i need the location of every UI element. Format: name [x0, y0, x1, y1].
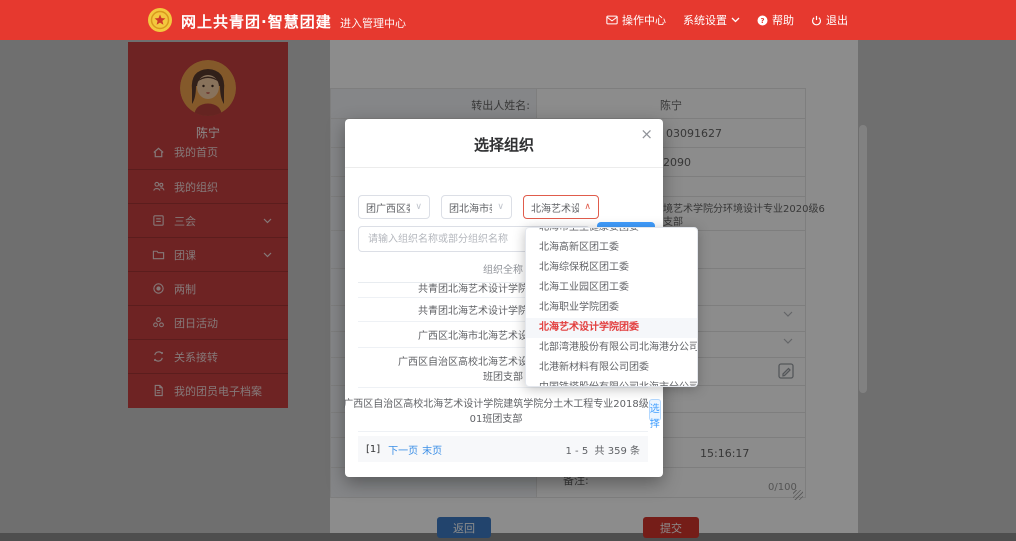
modal-title: 选择组织 — [345, 134, 663, 155]
dropdown-item-selected[interactable]: 北海艺术设计学院团委 — [526, 318, 697, 338]
app-title: 网上共青团·智慧团建 — [181, 11, 332, 32]
help-menu-item[interactable]: ? 帮助 — [757, 12, 794, 28]
chevron-down-icon: ∨ — [497, 202, 504, 212]
dropdown-item[interactable]: 北海工业园区团工委 — [526, 278, 697, 298]
question-icon: ? — [757, 15, 768, 26]
dropdown-item[interactable]: 北港新材料有限公司团委 — [526, 358, 697, 378]
ops-center-menu-item[interactable]: 操作中心 — [606, 12, 666, 28]
power-icon — [811, 15, 822, 26]
organization-dropdown-panel: 北海市卫生健康委团委 北海高新区团工委 北海综保税区团工委 北海工业园区团工委 … — [525, 227, 698, 387]
last-page-link[interactable]: 末页 — [422, 442, 442, 457]
current-page: [1] — [366, 444, 380, 455]
dropdown-item[interactable]: 北海市卫生健康委团委 — [526, 227, 697, 238]
dropdown-item[interactable]: 北海综保税区团工委 — [526, 258, 697, 278]
mail-icon — [606, 15, 618, 25]
dropdown-item[interactable]: 北海高新区团工委 — [526, 238, 697, 258]
org-level-selects: 团广西区委 ∨ 团北海市委 ∨ 北海艺术设计学院团委 ∧ — [358, 195, 599, 219]
total-count: 共 359 条 — [595, 446, 640, 457]
choose-button[interactable]: 选择 — [649, 399, 661, 421]
logout-menu-item[interactable]: 退出 — [811, 12, 848, 28]
chevron-up-icon: ∧ — [584, 202, 591, 212]
dropdown-list: 北海市卫生健康委团委 北海高新区团工委 北海综保税区团工委 北海工业园区团工委 … — [526, 227, 697, 387]
chevron-down-icon: ∨ — [415, 202, 422, 212]
system-settings-menu-item[interactable]: 系统设置 — [683, 12, 740, 28]
dropdown-item[interactable]: 中国铁塔股份有限公司北海市分公司团委 — [526, 378, 697, 387]
province-select[interactable]: 团广西区委 ∨ — [358, 195, 430, 219]
svg-text:?: ? — [760, 17, 764, 25]
organization-select[interactable]: 北海艺术设计学院团委 ∧ — [523, 195, 599, 219]
next-page-link[interactable]: 下一页 — [388, 442, 418, 457]
dropdown-item[interactable]: 北海职业学院团委 — [526, 298, 697, 318]
city-select[interactable]: 团北海市委 ∨ — [441, 195, 512, 219]
org-row[interactable]: 广西区自治区高校北海艺术设计学院建筑学院分土木工程专业2018级 01班团支部 … — [358, 388, 648, 432]
page-range: 1 - 5 — [565, 446, 588, 457]
pagination: [1] 下一页 末页 1 - 5 共 359 条 — [358, 436, 648, 462]
header-menu: 操作中心 系统设置 ? 帮助 — [606, 0, 848, 40]
admin-center-link[interactable]: 进入管理中心 — [340, 15, 406, 31]
modal-divider — [345, 167, 663, 168]
chevron-down-icon — [731, 17, 740, 23]
dropdown-item[interactable]: 北部湾港股份有限公司北海港分公司团委 — [526, 338, 697, 358]
app-header: 网上共青团·智慧团建 进入管理中心 操作中心 系统设置 ? — [0, 0, 1016, 40]
league-emblem-logo — [147, 7, 173, 33]
